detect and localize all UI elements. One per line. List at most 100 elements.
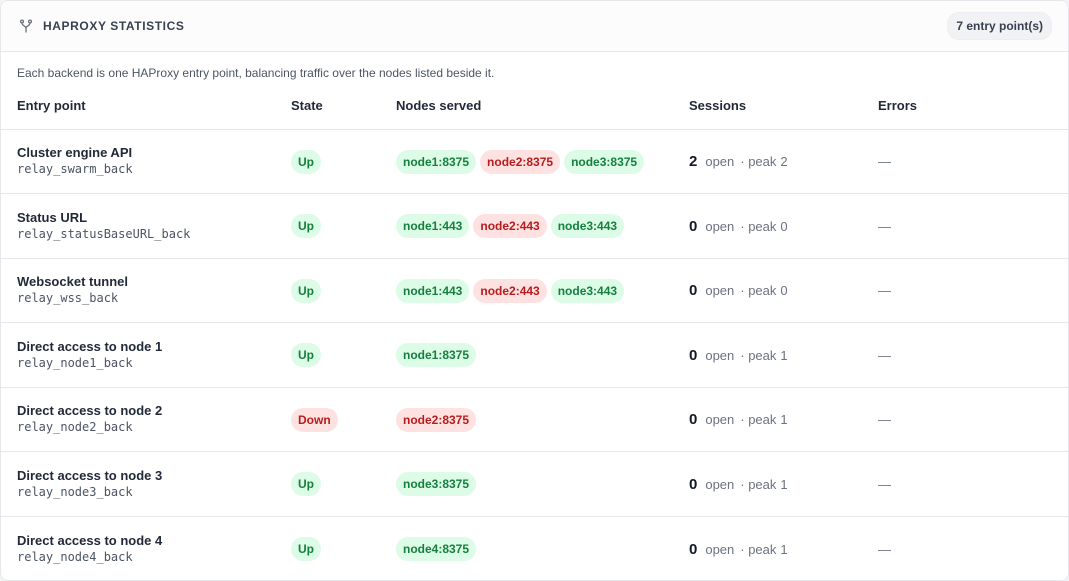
node-badge: node2:443 (473, 278, 547, 303)
node-badge: node2:8375 (480, 149, 561, 174)
entry-backend-id: relay_statusBaseURL_back (17, 226, 191, 241)
table-body: Cluster engine API relay_swarm_back Up node… (1, 130, 1068, 580)
entry-backend-id: relay_node3_back (17, 484, 133, 499)
status-badge: Up (291, 214, 321, 238)
entry-cell: Direct access to node 3 relay_node3_back (1, 468, 275, 501)
entry-cell: Cluster engine API relay_swarm_back (1, 145, 275, 178)
table-row[interactable]: Direct access to node 2 relay_node2_back D… (1, 388, 1068, 452)
node-list: node1:443 node2:443 node3:443 (396, 214, 673, 238)
errors-cell: — (878, 541, 891, 557)
node-badge: node3:443 (550, 214, 625, 238)
column-header-errors[interactable]: Errors (862, 98, 1068, 113)
entry-name: Status URL (17, 209, 88, 225)
entry-cell: Status URL relay_statusBaseURL_back (1, 210, 275, 243)
entry-backend-id: relay_node4_back (17, 549, 133, 564)
status-badge: Up (291, 149, 321, 174)
status-badge: Up (291, 537, 321, 561)
column-header-sessions[interactable]: Sessions (673, 98, 862, 113)
entry-backend-id: relay_node1_back (17, 355, 133, 370)
sessions-summary: 0 open · peak 0 (689, 282, 862, 299)
entry-backend-id: relay_node2_back (17, 420, 133, 434)
sessions-cell: 0 open · peak 0 (673, 282, 862, 299)
open-sessions-count: 2 (689, 153, 698, 170)
open-label: open (705, 218, 735, 234)
node-badge: node3:8375 (396, 472, 477, 496)
state-cell: Up (275, 149, 380, 174)
peak-label: · peak (740, 412, 777, 427)
nodes-cell: node1:443 node2:443 node3:443 (380, 278, 673, 303)
status-badge: Up (291, 278, 321, 303)
column-header-state[interactable]: State (275, 98, 380, 113)
nodes-cell: node1:8375 (380, 343, 673, 367)
peak-label: · peak (740, 347, 777, 363)
open-sessions-count: 0 (689, 217, 698, 235)
node-badge: node1:443 (396, 214, 470, 238)
peak-label: · peak (740, 283, 777, 298)
entry-cell: Direct access to node 4 relay_node4_back (1, 533, 275, 566)
open-sessions-count: 0 (689, 411, 698, 428)
peak-sessions-count: 0 (780, 218, 788, 234)
table-row[interactable]: Cluster engine API relay_swarm_back Up node… (1, 130, 1068, 194)
table-header: Entry point State Nodes served Sessions … (1, 82, 1068, 130)
open-sessions-count: 0 (689, 346, 698, 364)
node-list: node3:8375 (396, 472, 673, 496)
node-badge: node4:8375 (396, 537, 477, 561)
haproxy-stats-card: HAPROXY STATISTICS 7 entry point(s) Each… (0, 0, 1069, 581)
open-label: open (705, 154, 735, 169)
state-cell: Up (275, 472, 380, 496)
node-list: node4:8375 (396, 537, 673, 561)
column-header-entry[interactable]: Entry point (1, 98, 275, 113)
state-cell: Down (275, 407, 380, 432)
sessions-summary: 0 open · peak 1 (689, 411, 862, 428)
peak-label: · peak (740, 541, 777, 557)
node-list: node1:8375 (396, 343, 673, 367)
entry-cell: Direct access to node 1 relay_node1_back (1, 339, 275, 372)
node-badge: node1:443 (396, 278, 470, 303)
entry-cell: Websocket tunnel relay_wss_back (1, 274, 275, 307)
node-list: node1:8375 node2:8375 node3:8375 (396, 149, 673, 174)
sessions-summary: 2 open · peak 2 (689, 153, 862, 170)
entry-name: Direct access to node 1 (17, 338, 163, 354)
sessions-cell: 0 open · peak 0 (673, 218, 862, 235)
state-cell: Up (275, 537, 380, 561)
table-row[interactable]: Direct access to node 1 relay_node1_back U… (1, 323, 1068, 388)
nodes-cell: node4:8375 (380, 537, 673, 561)
sessions-cell: 0 open · peak 1 (673, 411, 862, 428)
entry-name: Cluster engine API (17, 145, 133, 160)
page-title: HAPROXY STATISTICS (43, 19, 185, 33)
node-badge: node1:8375 (396, 343, 477, 367)
sessions-cell: 2 open · peak 2 (673, 153, 862, 170)
peak-label: · peak (740, 154, 777, 169)
sessions-summary: 0 open · peak 1 (689, 541, 862, 558)
table-row[interactable]: Direct access to node 3 relay_node3_back U… (1, 452, 1068, 517)
peak-sessions-count: 0 (780, 283, 788, 298)
table-row[interactable]: Direct access to node 4 relay_node4_back U… (1, 517, 1068, 580)
column-header-nodes[interactable]: Nodes served (380, 98, 673, 113)
open-label: open (705, 476, 735, 492)
node-badge: node2:443 (473, 214, 547, 238)
entry-name: Direct access to node 3 (17, 467, 163, 483)
peak-sessions-count: 1 (780, 412, 788, 427)
nodes-cell: node1:443 node2:443 node3:443 (380, 214, 673, 238)
table-row[interactable]: Websocket tunnel relay_wss_back Up node1:44… (1, 259, 1068, 323)
open-label: open (705, 347, 735, 363)
title-wrap: HAPROXY STATISTICS (19, 19, 184, 33)
state-cell: Up (275, 278, 380, 303)
open-label: open (705, 541, 735, 557)
errors-cell: — (878, 218, 891, 234)
sessions-cell: 0 open · peak 1 (673, 476, 862, 493)
node-badge: node3:443 (550, 278, 625, 303)
status-badge: Down (291, 407, 338, 432)
sessions-summary: 0 open · peak 1 (689, 476, 862, 493)
errors-cell: — (878, 154, 891, 169)
nodes-cell: node3:8375 (380, 472, 673, 496)
entry-count-badge: 7 entry point(s) (947, 12, 1052, 40)
open-sessions-count: 0 (689, 475, 698, 493)
peak-sessions-count: 1 (780, 541, 788, 557)
errors-cell: — (878, 412, 891, 427)
table-row[interactable]: Status URL relay_statusBaseURL_back Up node… (1, 194, 1068, 259)
errors-cell: — (878, 476, 891, 492)
card-header: HAPROXY STATISTICS 7 entry point(s) (1, 1, 1068, 52)
errors-cell: — (878, 347, 891, 363)
entry-name: Direct access to node 4 (17, 532, 163, 548)
